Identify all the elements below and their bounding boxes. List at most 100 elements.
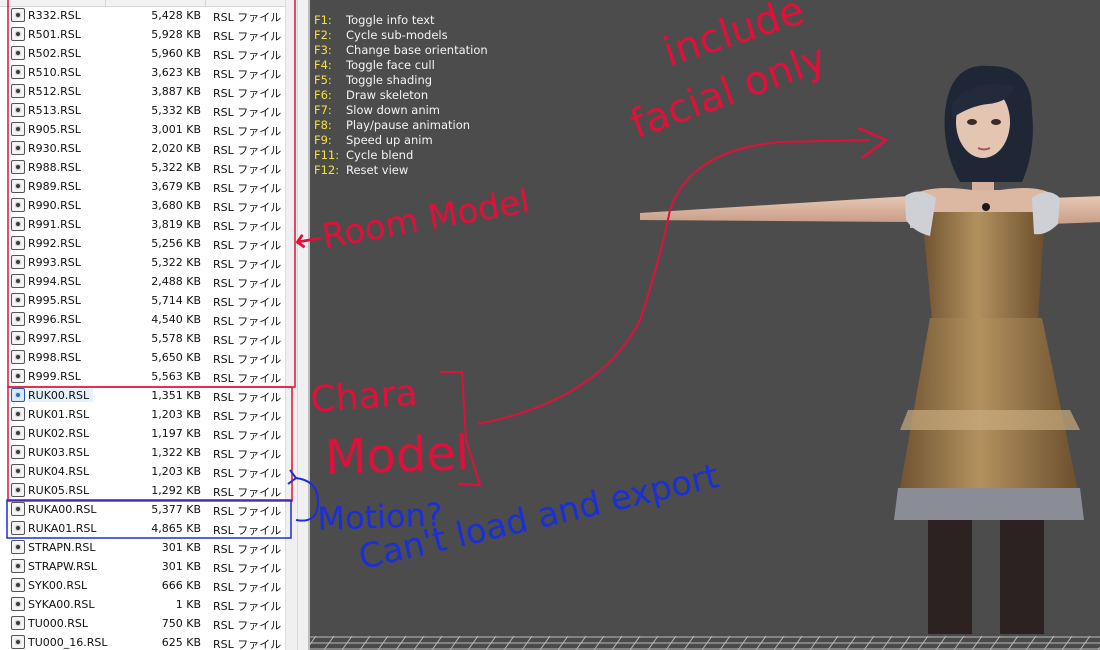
file-type: RSL ファイル [213, 277, 282, 290]
file-name: R988.RSL [28, 161, 81, 174]
file-row[interactable]: R988.RSL 5,322 KB RSL ファイル [0, 158, 285, 177]
file-row[interactable]: R512.RSL 3,887 KB RSL ファイル [0, 82, 285, 101]
file-type: RSL ファイル [213, 296, 282, 309]
file-row[interactable]: R905.RSL 3,001 KB RSL ファイル [0, 120, 285, 139]
file-row[interactable]: R501.RSL 5,928 KB RSL ファイル [0, 25, 285, 44]
file-name: R998.RSL [28, 351, 81, 364]
help-description: Toggle face cull [346, 58, 435, 72]
file-name: R993.RSL [28, 256, 81, 269]
help-key: F5: [314, 73, 332, 87]
rsl-file-icon [11, 502, 25, 516]
help-description: Play/pause animation [346, 118, 471, 132]
help-description: Draw skeleton [346, 88, 429, 102]
file-size: 5,960 KB [151, 47, 201, 60]
file-row[interactable]: R999.RSL 5,563 KB RSL ファイル [0, 367, 285, 386]
help-key: F2: [314, 28, 332, 42]
file-type: RSL ファイル [213, 372, 282, 385]
rsl-file-icon [11, 483, 25, 497]
file-name: R991.RSL [28, 218, 81, 231]
file-size: 1 KB [175, 598, 201, 611]
file-name: RUK00.RSL [28, 389, 94, 402]
file-name: R513.RSL [28, 104, 81, 117]
file-row[interactable]: RUK04.RSL 1,203 KB RSL ファイル [0, 462, 285, 481]
rsl-file-icon [11, 160, 25, 174]
rsl-file-icon [11, 597, 25, 611]
rsl-file-icon [11, 217, 25, 231]
file-type: RSL ファイル [213, 486, 282, 499]
file-name: R990.RSL [28, 199, 81, 212]
file-row[interactable]: TU000.RSL 750 KB RSL ファイル [0, 614, 285, 633]
file-name: R995.RSL [28, 294, 81, 307]
file-row[interactable]: RUK05.RSL 1,292 KB RSL ファイル [0, 481, 285, 500]
file-row[interactable]: SYKA00.RSL 1 KB RSL ファイル [0, 595, 285, 614]
file-row[interactable]: R992.RSL 5,256 KB RSL ファイル [0, 234, 285, 253]
file-row[interactable]: RUK03.RSL 1,322 KB RSL ファイル [0, 443, 285, 462]
file-row[interactable]: SYK00.RSL 666 KB RSL ファイル [0, 576, 285, 595]
help-key: F3: [314, 43, 332, 57]
file-type: RSL ファイル [213, 600, 282, 613]
rsl-file-icon [11, 46, 25, 60]
file-row[interactable]: R997.RSL 5,578 KB RSL ファイル [0, 329, 285, 348]
file-name: R510.RSL [28, 66, 81, 79]
file-row[interactable]: STRAPN.RSL 301 KB RSL ファイル [0, 538, 285, 557]
file-row[interactable]: RUKA01.RSL 4,865 KB RSL ファイル [0, 519, 285, 538]
help-description: Toggle info text [346, 13, 435, 27]
file-row[interactable]: R332.RSL 5,428 KB RSL ファイル [0, 6, 285, 25]
file-size: 5,578 KB [151, 332, 201, 345]
rsl-file-icon [11, 426, 25, 440]
file-name: RUK02.RSL [28, 427, 90, 440]
file-size: 4,540 KB [151, 313, 201, 326]
help-description: Slow down anim [346, 103, 441, 117]
file-list-scrollbar[interactable] [285, 0, 309, 650]
file-type: RSL ファイル [213, 638, 282, 650]
file-type: RSL ファイル [213, 353, 282, 366]
help-description: Speed up anim [346, 133, 433, 147]
file-row[interactable]: RUKA00.RSL 5,377 KB RSL ファイル [0, 500, 285, 519]
file-row[interactable]: R991.RSL 3,819 KB RSL ファイル [0, 215, 285, 234]
file-name: SYKA00.RSL [28, 598, 95, 611]
file-row[interactable]: R994.RSL 2,488 KB RSL ファイル [0, 272, 285, 291]
help-key: F9: [314, 133, 332, 147]
file-type: RSL ファイル [213, 562, 282, 575]
file-row[interactable]: R990.RSL 3,680 KB RSL ファイル [0, 196, 285, 215]
file-type: RSL ファイル [213, 87, 282, 100]
file-row[interactable]: R998.RSL 5,650 KB RSL ファイル [0, 348, 285, 367]
file-row[interactable]: R995.RSL 5,714 KB RSL ファイル [0, 291, 285, 310]
file-row[interactable]: R513.RSL 5,332 KB RSL ファイル [0, 101, 285, 120]
help-key: F6: [314, 88, 332, 102]
file-row[interactable]: RUK00.RSL 1,351 KB RSL ファイル [0, 386, 285, 405]
file-row[interactable]: R996.RSL 4,540 KB RSL ファイル [0, 310, 285, 329]
file-name: R501.RSL [28, 28, 81, 41]
file-name: R994.RSL [28, 275, 81, 288]
file-name: RUK05.RSL [28, 484, 90, 497]
file-row[interactable]: R989.RSL 3,679 KB RSL ファイル [0, 177, 285, 196]
rsl-file-icon [11, 635, 25, 649]
file-name: TU000_16.RSL [28, 636, 108, 649]
file-row[interactable]: STRAPW.RSL 301 KB RSL ファイル [0, 557, 285, 576]
file-row[interactable]: RUK02.RSL 1,197 KB RSL ファイル [0, 424, 285, 443]
file-size: 1,197 KB [151, 427, 201, 440]
file-row[interactable]: RUK01.RSL 1,203 KB RSL ファイル [0, 405, 285, 424]
file-name: RUK01.RSL [28, 408, 90, 421]
file-size: 1,322 KB [151, 446, 201, 459]
file-row[interactable]: R993.RSL 5,322 KB RSL ファイル [0, 253, 285, 272]
file-row[interactable]: R502.RSL 5,960 KB RSL ファイル [0, 44, 285, 63]
file-type: RSL ファイル [213, 182, 282, 195]
rsl-file-icon [11, 388, 25, 402]
file-type: RSL ファイル [213, 201, 282, 214]
rsl-file-icon [11, 274, 25, 288]
file-name: R999.RSL [28, 370, 81, 383]
file-size: 5,714 KB [151, 294, 201, 307]
file-row[interactable]: TU000_16.RSL 625 KB RSL ファイル [0, 633, 285, 650]
file-type: RSL ファイル [213, 220, 282, 233]
file-size: 5,428 KB [151, 9, 201, 22]
file-row[interactable]: R510.RSL 3,623 KB RSL ファイル [0, 63, 285, 82]
file-type: RSL ファイル [213, 505, 282, 518]
rsl-file-icon [11, 445, 25, 459]
file-row[interactable]: R930.RSL 2,020 KB RSL ファイル [0, 139, 285, 158]
rsl-file-icon [11, 464, 25, 478]
file-name: RUK03.RSL [28, 446, 90, 459]
help-description: Change base orientation [346, 43, 488, 57]
scrollbar-track[interactable] [297, 0, 298, 650]
file-size: 5,563 KB [151, 370, 201, 383]
